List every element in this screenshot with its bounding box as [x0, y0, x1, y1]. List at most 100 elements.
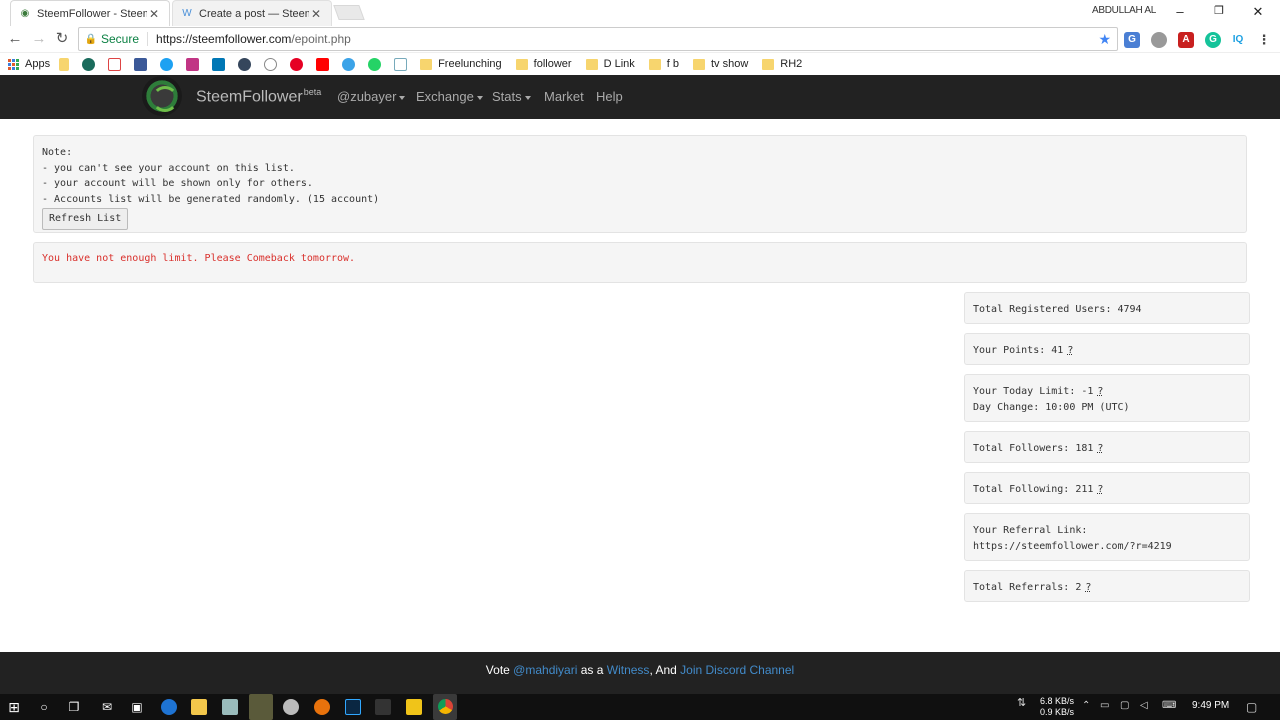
referral-url[interactable]: https://steemfollower.com/?r=4219 — [973, 539, 1241, 555]
bookmark-whatsapp[interactable] — [368, 55, 385, 73]
witness-user-link[interactable]: @mahdiyari — [513, 663, 577, 677]
restore-icon[interactable]: ❐ — [1209, 4, 1229, 20]
tab-create-post[interactable]: W Create a post — Steemit ✕ — [172, 0, 332, 26]
bookmark-mc[interactable] — [394, 55, 411, 73]
extension-icon[interactable] — [1151, 32, 1167, 48]
bookmark-star-icon[interactable]: ★ — [1098, 31, 1111, 48]
close-icon[interactable]: ✕ — [147, 7, 161, 21]
nav-help[interactable]: Help — [596, 89, 623, 104]
bookmark-blank[interactable] — [59, 55, 73, 73]
profile-name[interactable]: ABDULLAH AL — [1092, 5, 1156, 16]
nav-market[interactable]: Market — [544, 89, 584, 104]
app-icon[interactable] — [375, 699, 391, 715]
bookmark-tumblr[interactable] — [238, 55, 255, 73]
bookmark-label: Apps — [25, 58, 51, 70]
lock-icon: 🔒 — [84, 33, 98, 45]
steemfollower-favicon-icon: ◉ — [20, 8, 30, 19]
bookmark-folder-freelunching[interactable]: Freelunching — [420, 55, 502, 73]
folder-icon — [648, 58, 661, 70]
bookmark-folder-dlink[interactable]: D Link — [585, 55, 635, 73]
photoshop-icon[interactable] — [345, 699, 361, 715]
refresh-list-button[interactable]: Refresh List — [42, 208, 129, 230]
reload-icon[interactable]: ↻ — [53, 30, 71, 48]
app-icon[interactable] — [406, 699, 422, 715]
volume-icon[interactable]: ◁ — [1140, 700, 1148, 711]
bookmark-reddit[interactable] — [264, 55, 281, 73]
bookmark-linkedin[interactable] — [212, 55, 229, 73]
help-icon[interactable]: ? — [1067, 345, 1073, 356]
grammarly-extension-icon[interactable]: G — [1205, 32, 1221, 48]
folder-icon — [585, 58, 598, 70]
iq-extension-icon[interactable]: IQ — [1230, 32, 1246, 48]
translate-extension-icon[interactable]: G — [1124, 32, 1140, 48]
bookmark-twitter[interactable] — [160, 55, 177, 73]
chrome-menu-icon[interactable]: ⋮ — [1256, 32, 1272, 48]
edge-icon[interactable] — [161, 699, 177, 715]
linkedin-icon — [212, 57, 226, 71]
address-bar[interactable]: 🔒 Secure https://steemfollower.com/epoin… — [78, 27, 1118, 51]
url-path: /epoint.php — [291, 32, 351, 46]
file-explorer-icon[interactable] — [191, 699, 207, 715]
witness-link[interactable]: Witness — [607, 663, 650, 677]
bookmark-gmail[interactable] — [108, 55, 125, 73]
bookmark-apps[interactable]: Apps — [8, 55, 50, 73]
steemfollower-logo-icon[interactable] — [142, 76, 182, 116]
note-line: - you can't see your account on this lis… — [42, 162, 295, 174]
messenger-icon — [342, 57, 356, 71]
app-icon[interactable] — [283, 699, 299, 715]
bookmark-instagram[interactable] — [186, 55, 203, 73]
notification-icon[interactable]: ▢ — [1246, 700, 1257, 714]
folder-icon — [420, 58, 433, 70]
network-icon[interactable]: ▢ — [1120, 700, 1129, 711]
url-text[interactable]: https://steemfollower.com/epoint.php — [156, 32, 351, 46]
help-icon[interactable]: ? — [1097, 443, 1103, 454]
close-icon[interactable]: ✕ — [309, 7, 323, 21]
back-arrow-icon[interactable]: ← — [6, 30, 24, 48]
mail-icon[interactable]: ✉ — [98, 698, 116, 716]
footer-text: , And — [649, 663, 677, 677]
bookmark-pinterest[interactable] — [290, 55, 307, 73]
window-close-icon[interactable]: ✕ — [1248, 4, 1268, 20]
battery-icon[interactable]: ▭ — [1100, 700, 1109, 711]
bookmark-folder-rh2[interactable]: RH2 — [762, 55, 802, 73]
search-app-icon[interactable] — [314, 699, 330, 715]
stat-text: Your Points: 41 — [973, 345, 1064, 356]
folder-icon — [762, 58, 775, 70]
pdf-extension-icon[interactable]: A — [1178, 32, 1194, 48]
nav-exchange-dropdown[interactable]: Exchange — [416, 89, 483, 104]
bookmark-folder-tvshow[interactable]: tv show — [693, 55, 748, 73]
bookmark-label: f b — [666, 58, 679, 70]
steemit-favicon-icon: W — [182, 8, 192, 19]
secure-label: Secure — [101, 32, 149, 46]
windows-start-icon[interactable]: ⊞ — [5, 698, 23, 716]
taskbar-clock[interactable]: 9:49 PM — [1192, 700, 1229, 711]
bookmark-folder-fb[interactable]: f b — [648, 55, 679, 73]
bookmark-youtube[interactable] — [316, 55, 333, 73]
help-icon[interactable]: ? — [1097, 484, 1103, 495]
chrome-taskbar-icon[interactable] — [433, 694, 457, 720]
footer-text: as a — [580, 663, 604, 677]
nav-user-dropdown[interactable]: @zubayer — [337, 89, 406, 104]
tab-title: Create a post — Steemit — [199, 7, 309, 20]
help-icon[interactable]: ? — [1085, 582, 1091, 593]
task-view-icon[interactable]: ❐ — [65, 698, 83, 716]
bookmark-steemit[interactable] — [82, 55, 99, 73]
steemfollower-app-icon[interactable] — [249, 694, 273, 720]
search-icon[interactable]: ○ — [35, 698, 53, 716]
stat-text: Your Referral Link: — [973, 525, 1088, 536]
chevron-up-icon[interactable]: ⌃ — [1082, 700, 1090, 711]
keyboard-icon[interactable]: ⌨ — [1162, 700, 1176, 711]
tab-steemfollower[interactable]: ◉ SteemFollower - Steem U ✕ — [10, 0, 170, 26]
bookmark-folder-follower[interactable]: follower — [515, 55, 572, 73]
minimize-icon[interactable]: – — [1170, 4, 1190, 20]
forward-arrow-icon[interactable]: → — [30, 30, 48, 48]
bookmark-facebook[interactable] — [134, 55, 151, 73]
discord-link[interactable]: Join Discord Channel — [680, 663, 794, 677]
new-tab-button[interactable] — [333, 5, 365, 20]
site-brand[interactable]: SteemFollowerbeta — [196, 87, 321, 106]
help-icon[interactable]: ? — [1097, 386, 1103, 397]
bookmark-messenger[interactable] — [342, 55, 359, 73]
photos-icon[interactable] — [222, 699, 238, 715]
nav-stats-dropdown[interactable]: Stats — [492, 89, 531, 104]
store-icon[interactable]: ▣ — [128, 698, 146, 716]
